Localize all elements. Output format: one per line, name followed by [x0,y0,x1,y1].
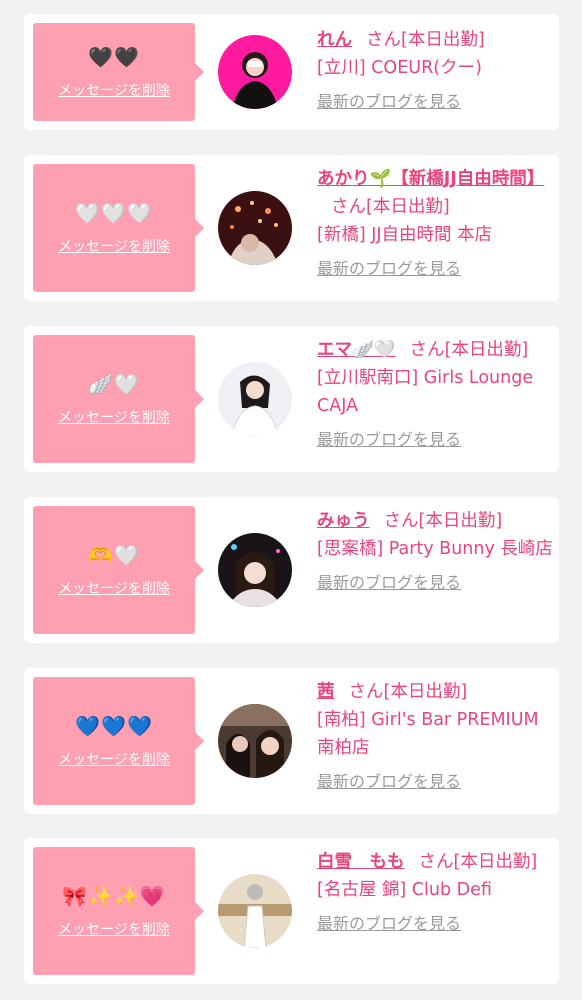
avatar[interactable] [218,704,292,778]
shop-text: [思案橋] Party Bunny 長崎店 [317,539,553,559]
bow-sparkle-heart-emoji-icon: 🎀✨✨💗 [62,884,166,908]
list-item: 🖤🖤 メッセージを削除 れん さん[本日出勤] [立川] COEUR(クー) 最新… [24,14,559,130]
blog-link[interactable]: 最新のブログを見る [317,910,553,938]
avatar[interactable] [218,362,292,436]
blog-link[interactable]: 最新のブログを見る [317,569,553,597]
card-info: 茜さん[本日出勤] [南柏] Girl's Bar PREMIUM 南柏店 最新… [317,678,553,796]
shop-text: [南柏] Girl's Bar PREMIUM 南柏店 [317,710,539,758]
delete-message-link[interactable]: メッセージを削除 [58,407,170,427]
shop-text: [立川] COEUR(クー) [317,58,482,78]
status-text: さん[本日出勤] [409,340,529,360]
delete-message-link[interactable]: メッセージを削除 [58,80,170,100]
list-item: 🤍🤍🤍 メッセージを削除 あかり🌱【新橋JJ自由時間】さん[本日出勤] [新橋]… [24,155,559,301]
blog-link[interactable]: 最新のブログを見る [317,88,553,116]
blog-link[interactable]: 最新のブログを見る [317,768,553,796]
delete-message-link[interactable]: メッセージを削除 [58,919,170,939]
name-link[interactable]: あかり🌱【新橋JJ自由時間】 [317,169,544,189]
status-text: さん[本日出勤] [331,197,450,217]
list-item: 🫶🤍 メッセージを削除 みゅう さん[本日出勤] [思案橋] Party Bunn… [24,497,559,643]
card-info: エマ🪽🤍 さん[本日出勤] [立川駅南口] Girls Lounge CAJA 最… [317,336,553,454]
avatar[interactable] [218,874,292,948]
status-text: さん[本日出勤] [418,852,538,872]
delete-message-link[interactable]: メッセージを削除 [58,578,170,598]
avatar[interactable] [218,35,292,109]
card-info: 白雪 もも さん[本日出勤] [名古屋 錦] Club Defi 最新のブログを見… [317,848,553,938]
message-bubble: 🤍🤍🤍 メッセージを削除 [33,164,204,292]
card-info: れん さん[本日出勤] [立川] COEUR(クー) 最新のブログを見る [317,26,553,116]
name-link[interactable]: 白雪 もも [317,852,405,872]
message-bubble: 🫶🤍 メッセージを削除 [33,506,204,634]
status-text: さん[本日出勤] [348,682,468,702]
card-info: あかり🌱【新橋JJ自由時間】さん[本日出勤] [新橋] JJ自由時間 本店 最新… [317,165,553,283]
name-link[interactable]: エマ🪽🤍 [317,340,396,360]
shop-text: [名古屋 錦] Club Defi [317,880,492,900]
name-link[interactable]: みゅう [317,511,370,531]
heart-emoji-icon: 💙💙💙 [75,714,153,738]
avatar[interactable] [218,533,292,607]
message-bubble: 🎀✨✨💗 メッセージを削除 [33,847,204,975]
status-text: さん[本日出勤] [366,30,485,50]
heart-emoji-icon: 🤍🤍🤍 [75,201,153,225]
message-bubble: 💙💙💙 メッセージを削除 [33,677,204,805]
avatar[interactable] [218,191,292,265]
name-link[interactable]: れん [317,30,352,50]
list-item: 🪽🤍 メッセージを削除 エマ🪽🤍 さん[本日出勤] [立川駅南口] Girls L… [24,326,559,472]
blog-link[interactable]: 最新のブログを見る [317,426,553,454]
heart-hands-emoji-icon: 🫶🤍 [88,543,140,567]
name-link[interactable]: 茜 [317,682,335,702]
delete-message-link[interactable]: メッセージを削除 [58,236,170,256]
message-bubble: 🪽🤍 メッセージを削除 [33,335,204,463]
shop-text: [新橋] JJ自由時間 本店 [317,225,493,245]
card-info: みゅう さん[本日出勤] [思案橋] Party Bunny 長崎店 最新のブログ… [317,507,553,597]
feather-heart-emoji-icon: 🪽🤍 [88,372,140,396]
message-bubble: 🖤🖤 メッセージを削除 [33,23,204,121]
blog-link[interactable]: 最新のブログを見る [317,255,553,283]
shop-text: [立川駅南口] Girls Lounge CAJA [317,368,534,416]
status-text: さん[本日出勤] [383,511,503,531]
heart-emoji-icon: 🖤🖤 [88,45,140,69]
list-item: 💙💙💙 メッセージを削除 茜さん[本日出勤] [南柏] Girl's Bar P… [24,668,559,814]
message-list: 🖤🖤 メッセージを削除 れん さん[本日出勤] [立川] COEUR(クー) 最新… [0,0,582,1000]
delete-message-link[interactable]: メッセージを削除 [58,749,170,769]
list-item: 🎀✨✨💗 メッセージを削除 白雪 もも さん[本日出勤] [名古屋 錦] Club… [24,838,559,984]
